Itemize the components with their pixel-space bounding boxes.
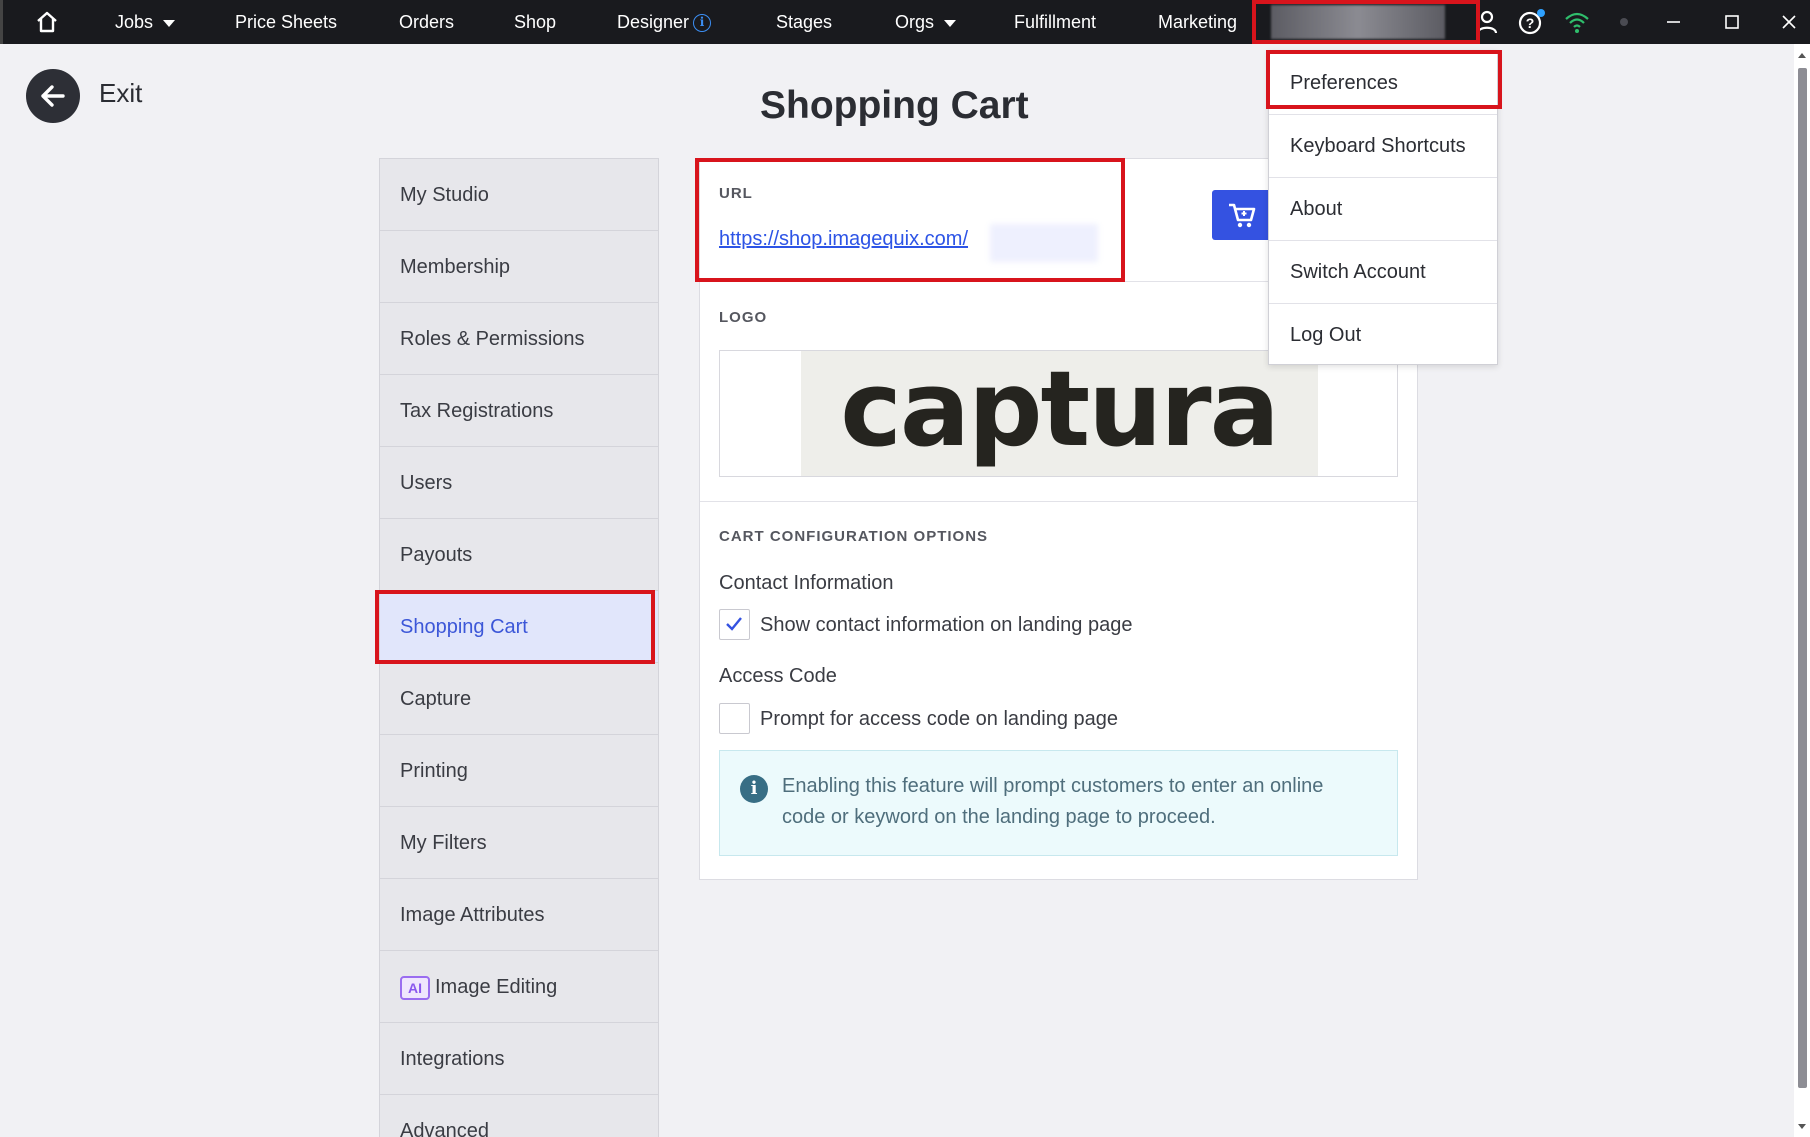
- info-icon: i: [740, 775, 768, 803]
- top-nav-bar: Jobs Price Sheets Orders Shop Designer i …: [0, 0, 1810, 44]
- menu-item-keyboard-shortcuts[interactable]: Keyboard Shortcuts: [1269, 114, 1497, 178]
- wifi-icon: [1562, 8, 1592, 36]
- contact-info-checkbox-label[interactable]: Show contact information on landing page: [760, 614, 1132, 637]
- nav-designer-label: Designer: [617, 12, 690, 32]
- url-highlight: [695, 158, 1125, 282]
- access-code-notice: i Enabling this feature will prompt cust…: [719, 750, 1398, 856]
- nav-orders[interactable]: Orders: [399, 0, 454, 44]
- logo-section-label: LOGO: [719, 309, 768, 326]
- page-scrollbar[interactable]: [1794, 44, 1810, 1137]
- preferences-highlight: [1266, 50, 1502, 109]
- divider: [700, 501, 1417, 502]
- help-icon[interactable]: ?: [1517, 8, 1547, 36]
- menu-item-log-out[interactable]: Log Out: [1269, 303, 1497, 367]
- contact-information-heading: Contact Information: [719, 572, 894, 594]
- svg-text:?: ?: [1526, 15, 1535, 31]
- status-dot-icon: [1617, 8, 1631, 36]
- maximize-icon[interactable]: [1721, 8, 1743, 36]
- sidebar-item-my-filters[interactable]: My Filters: [380, 807, 658, 879]
- sidebar-item-image-editing[interactable]: AI Image Editing: [380, 951, 658, 1023]
- exit-button[interactable]: [26, 69, 80, 123]
- nav-fulfillment[interactable]: Fulfillment: [1014, 0, 1096, 44]
- sidebar-item-roles-permissions[interactable]: Roles & Permissions: [380, 303, 658, 375]
- logo-preview[interactable]: captura: [719, 348, 1398, 477]
- checkmark-icon: [726, 617, 742, 631]
- nav-jobs-label: Jobs: [115, 12, 154, 32]
- caret-down-icon: [944, 19, 957, 27]
- scroll-down-icon[interactable]: [1794, 1118, 1810, 1134]
- nav-orgs[interactable]: Orgs: [895, 0, 957, 44]
- nav-stages[interactable]: Stages: [776, 0, 832, 44]
- ai-badge-icon: AI: [400, 975, 430, 1000]
- menu-item-about[interactable]: About: [1269, 177, 1497, 241]
- sidebar-item-label: Image Editing: [435, 976, 558, 998]
- cart-config-label: CART CONFIGURATION OPTIONS: [719, 528, 989, 545]
- nav-orgs-label: Orgs: [895, 12, 935, 32]
- logo-wordmark: captura: [840, 351, 1278, 470]
- info-icon[interactable]: i: [693, 14, 712, 33]
- cart-icon: [1229, 203, 1256, 228]
- logo-image: captura: [801, 348, 1318, 476]
- sidebar-item-integrations[interactable]: Integrations: [380, 1023, 658, 1095]
- access-code-checkbox-label[interactable]: Prompt for access code on landing page: [760, 708, 1118, 731]
- shopping-cart-highlight: [375, 590, 655, 664]
- sidebar-item-tax-registrations[interactable]: Tax Registrations: [380, 375, 658, 447]
- sidebar-item-users[interactable]: Users: [380, 447, 658, 519]
- sidebar-item-printing[interactable]: Printing: [380, 735, 658, 807]
- access-code-checkbox[interactable]: [719, 703, 750, 734]
- exit-label[interactable]: Exit: [99, 78, 142, 109]
- caret-down-icon: [163, 19, 176, 27]
- sidebar-item-image-attributes[interactable]: Image Attributes: [380, 879, 658, 951]
- open-shop-button[interactable]: [1212, 190, 1272, 240]
- page-title: Shopping Cart: [760, 84, 1029, 127]
- contact-info-checkbox[interactable]: [719, 609, 750, 640]
- account-menu-highlight: [1252, 0, 1480, 44]
- sidebar-item-advanced[interactable]: Advanced: [380, 1095, 658, 1137]
- sidebar-item-membership[interactable]: Membership: [380, 231, 658, 303]
- menu-item-switch-account[interactable]: Switch Account: [1269, 240, 1497, 304]
- nav-price-sheets[interactable]: Price Sheets: [235, 0, 337, 44]
- scroll-up-icon[interactable]: [1794, 48, 1810, 64]
- notice-text: Enabling this feature will prompt custom…: [782, 775, 1324, 828]
- nav-jobs[interactable]: Jobs: [115, 0, 176, 44]
- sidebar-item-my-studio[interactable]: My Studio: [380, 159, 658, 231]
- sidebar-item-capture[interactable]: Capture: [380, 663, 658, 735]
- nav-shop[interactable]: Shop: [514, 0, 556, 44]
- scroll-thumb[interactable]: [1798, 68, 1807, 1088]
- access-code-heading: Access Code: [719, 665, 837, 687]
- nav-designer[interactable]: Designer i: [617, 0, 712, 44]
- sidebar-item-payouts[interactable]: Payouts: [380, 519, 658, 591]
- home-icon[interactable]: [33, 8, 61, 36]
- arrow-left-icon: [41, 85, 65, 107]
- minimize-icon[interactable]: [1663, 8, 1685, 36]
- nav-marketing[interactable]: Marketing: [1158, 0, 1237, 44]
- close-icon[interactable]: [1778, 8, 1800, 36]
